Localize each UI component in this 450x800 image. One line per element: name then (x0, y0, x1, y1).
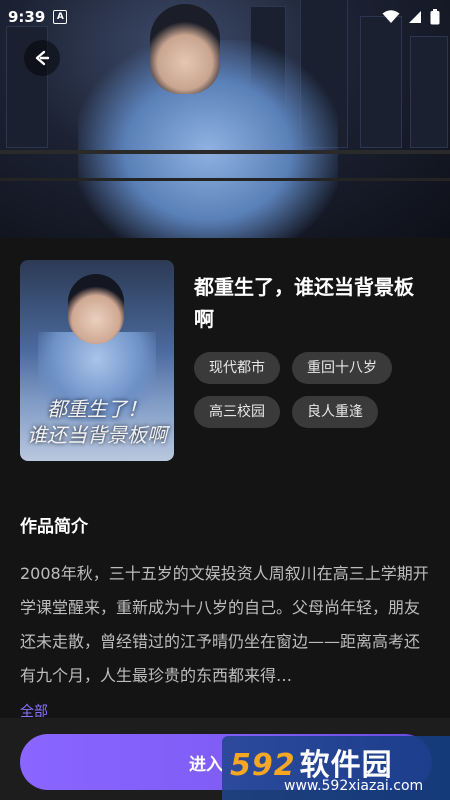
enter-button-label: 进入 (189, 754, 223, 775)
background-building (410, 36, 448, 148)
hero-banner (0, 0, 450, 238)
tag-chip[interactable]: 良人重逢 (292, 396, 378, 428)
railing (0, 150, 450, 154)
background-building (360, 16, 402, 148)
book-cover[interactable]: 都重生了！ 谁还当背景板啊 (20, 260, 174, 461)
cover-title-line: 谁还当背景板啊 (27, 423, 167, 447)
notification-icon: A (53, 10, 68, 24)
back-arrow-icon (35, 50, 50, 66)
book-title: 都重生了，谁还当背景板啊 (194, 275, 414, 331)
synopsis-text: 2008年秋，三十五岁的文娱投资人周叙川在高三上学期开学课堂醒来，重新成为十八岁… (20, 564, 429, 685)
tag-list: 现代都市 重回十八岁 高三校园 良人重逢 (194, 352, 434, 428)
wifi-icon (382, 10, 400, 23)
watermark-logo: 592 软件园 www.592xiazai.com (222, 736, 450, 800)
status-bar: 9:39 A (0, 0, 450, 34)
signal-icon (409, 11, 421, 23)
tag-chip[interactable]: 高三校园 (194, 396, 280, 428)
tag-chip[interactable]: 现代都市 (194, 352, 280, 384)
watermark-url: www.592xiazai.com (284, 778, 424, 794)
cover-title: 都重生了！ 谁还当背景板啊 (26, 396, 168, 448)
back-button[interactable] (24, 40, 60, 76)
synopsis-heading: 作品简介 (20, 517, 88, 537)
railing (0, 178, 450, 181)
tag-chip[interactable]: 重回十八岁 (292, 352, 392, 384)
cover-character-head (68, 274, 124, 344)
cover-title-line: 都重生了！ (47, 397, 147, 421)
status-time: 9:39 (8, 8, 46, 26)
battery-icon (430, 9, 440, 25)
